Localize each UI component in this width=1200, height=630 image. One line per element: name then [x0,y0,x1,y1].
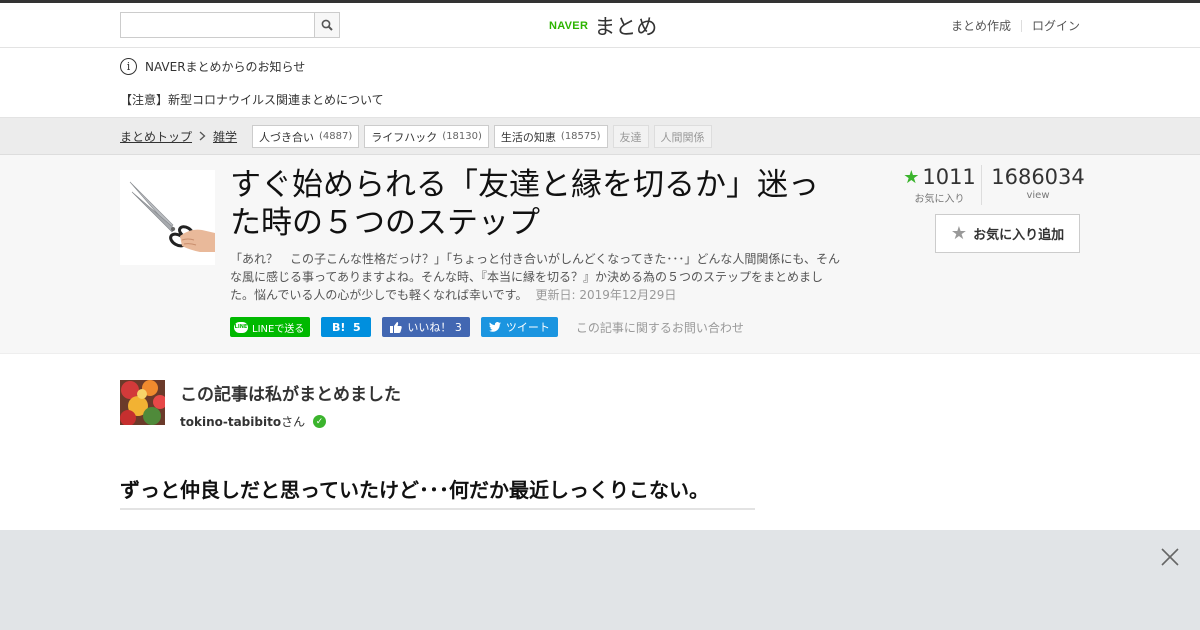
site-logo[interactable]: NAVER まとめ [549,11,657,41]
views-stat: 1686034 view [982,165,1085,205]
article-header: すぐ始められる「友達と縁を切るか」迷った時の５つのステップ 「あれ？ この子こん… [0,155,1200,354]
info-icon: i [120,58,137,75]
tag-count: (18130) [442,131,482,142]
hatena-bookmark-button[interactable]: B! 5 [321,317,372,337]
facebook-like-button[interactable]: いいね！ 3 [382,317,470,337]
add-favorite-label: お気に入り追加 [973,228,1065,243]
notice-heading: NAVERまとめからのお知らせ [145,60,306,74]
author-heading: この記事は私がまとめました [180,385,401,405]
article-description: 「あれ？ この子こんな性格だっけ？」「ちょっと付き合いがしんどくなってきた･･･… [230,250,845,304]
logo-matome: まとめ [594,15,658,39]
inquiry-link[interactable]: この記事に関するお問い合わせ [576,319,744,336]
tag-item[interactable]: 人づき合い (4887) [252,125,360,148]
add-favorite-button[interactable]: ★ お気に入り追加 [935,214,1080,253]
breadcrumb: まとめトップ 雑学 人づき合い (4887) ライフハック (18130) 生活の知… [120,125,717,148]
tag-label: 人づき合い [259,130,315,144]
views-count: 1686034 [991,165,1085,189]
verified-check-icon: ✓ [313,415,327,428]
tweet-label: ツイート [505,321,550,334]
notice-header: i NAVERまとめからのお知らせ [120,58,305,75]
ad-banner [0,530,1200,630]
author-info: この記事は私がまとめました tokino-tabibito さん ✓ [180,380,401,430]
tag-count: (18575) [560,131,601,142]
hatena-count: 5 [353,320,361,334]
tag-label: ライフハック [371,130,438,144]
breadcrumb-bar: まとめトップ 雑学 人づき合い (4887) ライフハック (18130) 生活の知… [0,118,1200,155]
tag-label: 友達 [619,130,642,144]
tag-count: (4887) [319,131,353,142]
author-block: この記事は私がまとめました tokino-tabibito さん ✓ [120,380,401,430]
breadcrumb-category[interactable]: 雑学 [213,128,237,145]
updated-date: 更新日: 2019年12月29日 [535,288,677,302]
favorites-label: お気に入り [914,194,965,205]
search-button[interactable] [314,13,339,37]
star-icon: ★ [903,166,920,188]
thumbs-up-icon [390,321,403,333]
line-share-label: LINEで送る [252,323,305,335]
tweet-button[interactable]: ツイート [480,317,558,337]
line-icon: LINE [234,321,248,333]
create-matome-link[interactable]: まとめ作成 [951,17,1011,34]
notice-link[interactable]: 【注意】新型コロナウイルス関連まとめについて [120,91,384,108]
search-icon [321,19,333,31]
login-link[interactable]: ログイン [1032,17,1080,34]
breadcrumb-top[interactable]: まとめトップ [120,128,192,145]
logo-naver: NAVER [549,20,589,32]
tag-label: 人間関係 [660,130,705,144]
scissors-image [120,170,215,265]
twitter-bird-icon [488,322,501,332]
tag-label: 生活の知恵 [500,130,556,144]
notice-area: i NAVERまとめからのお知らせ 【注意】新型コロナウイルス関連まとめについて [0,48,1200,118]
favorites-count: 1011 [922,165,976,189]
tag-item[interactable]: 友達 [612,125,649,148]
star-icon: ★ [950,223,968,244]
top-bar: NAVER まとめ まとめ作成 ログイン [0,0,1200,48]
search-input[interactable] [121,13,314,37]
tag-item[interactable]: ライフハック (18130) [364,125,489,148]
share-buttons: LINE LINEで送る B! 5 いいね！ 3 ツイート この記事に関するお問… [230,317,744,337]
section-heading: ずっと仲良しだと思っていたけど･･･何だか最近しっくりこない。 [120,474,755,510]
line-share-button[interactable]: LINE LINEで送る [230,317,311,337]
avatar[interactable] [120,380,165,425]
article-title: すぐ始められる「友達と縁を切るか」迷った時の５つのステップ [230,167,819,241]
author-suffix: さん [281,415,306,429]
search-box [120,12,340,38]
hatena-icon: B! [331,320,346,334]
author-name-row: tokino-tabibito さん ✓ [180,413,401,430]
tag-item[interactable]: 人間関係 [653,125,712,148]
tag-item[interactable]: 生活の知恵 (18575) [493,125,608,148]
views-label: view [1026,190,1050,201]
close-icon[interactable] [1160,547,1180,567]
chevron-right-icon [199,130,206,144]
favorites-stat: ★ 1011 お気に入り [898,165,982,205]
nav-divider [1020,19,1022,32]
facebook-like-count: 3 [454,320,462,334]
facebook-like-label: いいね！ [407,321,452,334]
article-stats: ★ 1011 お気に入り 1686034 view [898,165,1085,205]
author-name[interactable]: tokino-tabibito [180,415,281,429]
article-thumbnail[interactable] [120,170,215,265]
top-nav: まとめ作成 ログイン [951,17,1080,34]
